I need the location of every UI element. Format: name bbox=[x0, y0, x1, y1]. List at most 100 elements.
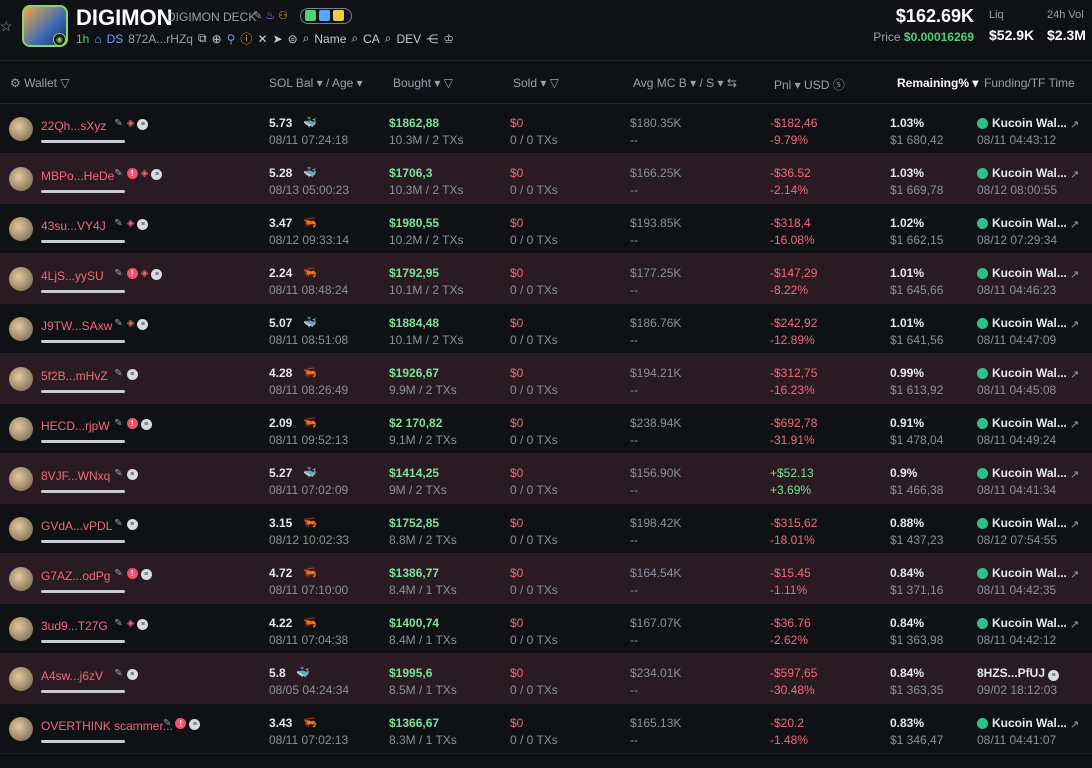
table-row[interactable]: A4sw...j6zV ✎ ≡ 5.8 🐳 08/05 04:24:34 $1995,6 8.… bbox=[0, 654, 1092, 704]
wallet-column-header[interactable]: ⚙ Wallet ▽ bbox=[10, 76, 70, 90]
funding-source[interactable]: Kucoin Wal... bbox=[992, 216, 1067, 230]
avatar[interactable] bbox=[9, 517, 33, 541]
coin-icon[interactable]: ⊜ bbox=[288, 32, 298, 46]
wallet-address[interactable]: 5f2B...mHvZ bbox=[41, 369, 108, 383]
coin-icon[interactable]: ≡ bbox=[151, 169, 163, 180]
external-link-icon[interactable]: ↗ bbox=[1070, 518, 1079, 531]
table-row[interactable]: J9TW...SAxw ✎ ◈ ≡ 5.07 🐳 08/11 08:51:08 $1884,4… bbox=[0, 304, 1092, 354]
funding-source[interactable]: Kucoin Wal... bbox=[992, 566, 1067, 580]
table-row[interactable]: 43su...VY4J ✎ ◈ ≡ 3.47 🦐 08/12 09:33:14 $1980,5… bbox=[0, 204, 1092, 254]
table-row[interactable]: 3ud9...T27G ✎ ◈ ≡ 4.22 🦐 08/11 07:04:38 $1400,7… bbox=[0, 604, 1092, 654]
copy-icon[interactable]: ⧉ bbox=[198, 31, 207, 46]
dexscreener-link[interactable]: DS bbox=[107, 32, 124, 46]
layers-icon[interactable]: ◈ bbox=[141, 268, 149, 279]
edit-icon[interactable]: ✎ bbox=[114, 368, 122, 379]
coin-icon[interactable]: ≡ bbox=[137, 119, 149, 130]
funding-source[interactable]: Kucoin Wal... bbox=[992, 316, 1067, 330]
chart-icon[interactable] bbox=[305, 9, 316, 21]
edit-icon[interactable]: ✎ bbox=[114, 318, 122, 329]
coin-icon[interactable]: ≡ bbox=[151, 269, 163, 280]
wallet-address[interactable]: OVERTHINK scammer... bbox=[41, 719, 173, 733]
coin-icon[interactable]: ≡ bbox=[140, 419, 152, 430]
coin-icon[interactable]: ≡ bbox=[137, 319, 149, 330]
edit-icon[interactable]: ✎ bbox=[253, 10, 262, 22]
table-row[interactable]: GVdA...vPDL ✎ ≡ 3.15 🦐 08/12 10:02:33 $1752,85… bbox=[0, 504, 1092, 554]
layers-icon[interactable]: ◈ bbox=[127, 618, 135, 629]
star-icon[interactable]: ☆ bbox=[0, 18, 13, 35]
edit-icon[interactable]: ✎ bbox=[114, 418, 122, 429]
funding-source[interactable]: Kucoin Wal... bbox=[992, 366, 1067, 380]
sort-icon[interactable]: ▾ bbox=[353, 76, 363, 90]
funding-source[interactable]: 8HZS...PfUJ ≡ bbox=[977, 666, 1060, 681]
table-row[interactable]: OVERTHINK scammer... ✎! ≡ 3.43 🦐 08/11 07:02:… bbox=[0, 704, 1092, 754]
edit-icon[interactable]: ✎ bbox=[114, 518, 122, 529]
edit-icon[interactable]: ✎ bbox=[114, 218, 122, 229]
external-link-icon[interactable]: ↗ bbox=[1070, 368, 1079, 381]
funding-source[interactable]: Kucoin Wal... bbox=[992, 466, 1067, 480]
telegram-icon[interactable] bbox=[319, 9, 330, 21]
sold-column-header[interactable]: Sold ▾ ▽ bbox=[513, 76, 559, 90]
avatar[interactable] bbox=[9, 417, 33, 441]
coin-icon[interactable]: ≡ bbox=[126, 519, 138, 530]
warning-icon[interactable]: ! bbox=[175, 718, 187, 729]
user-icon[interactable]: ⚲ bbox=[227, 32, 236, 46]
contract-address[interactable]: 872A...rHZq bbox=[128, 32, 193, 46]
filter-icon[interactable]: ▽ bbox=[60, 76, 69, 90]
remaining-column-header[interactable]: Remaining% ▾ bbox=[897, 76, 978, 90]
external-link-icon[interactable]: ↗ bbox=[1070, 318, 1079, 331]
wallet-address[interactable]: MBPo...HeDe bbox=[41, 169, 114, 183]
avatar[interactable] bbox=[9, 367, 33, 391]
warning-icon[interactable]: ! bbox=[126, 168, 138, 179]
coin-icon[interactable]: ≡ bbox=[126, 669, 138, 680]
sort-icon[interactable]: ▾ bbox=[714, 76, 727, 90]
table-row[interactable]: 4LjS...yySU ✎! ◈ ≡ 2.24 🦐 08/11 08:48:24 $1792,… bbox=[0, 254, 1092, 304]
external-link-icon[interactable]: ↗ bbox=[1070, 118, 1079, 131]
avatar[interactable] bbox=[9, 667, 33, 691]
wallet-address[interactable]: 22Qh...sXyz bbox=[41, 119, 106, 133]
layers-icon[interactable]: ◈ bbox=[127, 118, 135, 129]
funding-source[interactable]: Kucoin Wal... bbox=[992, 616, 1067, 630]
funding-source[interactable]: Kucoin Wal... bbox=[992, 516, 1067, 530]
table-row[interactable]: 8VJF...WNxq ✎ ≡ 5.27 🐳 08/11 07:02:09 $1414,25… bbox=[0, 454, 1092, 504]
globe-icon[interactable]: ⊕ bbox=[212, 32, 222, 46]
avatar[interactable] bbox=[9, 317, 33, 341]
usd-toggle[interactable]: USD bbox=[804, 78, 829, 92]
edit-icon[interactable]: ✎ bbox=[163, 718, 171, 729]
funding-column-header[interactable]: Funding/TF Time bbox=[984, 76, 1075, 90]
warning-icon[interactable]: ⓘ bbox=[240, 30, 252, 47]
table-row[interactable]: HECD...rjpW ✎! ≡ 2.09 🦐 08/11 09:52:13 $2 170,… bbox=[0, 404, 1092, 454]
wallet-address[interactable]: G7AZ...odPg bbox=[41, 569, 110, 583]
filter-icon[interactable]: ▽ bbox=[550, 76, 559, 90]
coin-icon[interactable]: ≡ bbox=[189, 719, 201, 730]
home-icon[interactable]: ⌂ bbox=[94, 32, 101, 46]
table-row[interactable]: 22Qh...sXyz ✎ ◈ ≡ 5.73 🐳 08/11 07:24:18 $1862,8… bbox=[0, 104, 1092, 154]
pnl-column-header[interactable]: Pnl ▾ USD ⓢ bbox=[774, 76, 845, 93]
search-name-link[interactable]: Name bbox=[314, 32, 346, 46]
sort-icon[interactable]: ▾ bbox=[687, 76, 700, 90]
twitter-icon[interactable]: ✕ bbox=[257, 32, 267, 46]
avatar[interactable] bbox=[9, 467, 33, 491]
funding-source[interactable]: Kucoin Wal... bbox=[992, 716, 1067, 730]
funding-source[interactable]: Kucoin Wal... bbox=[992, 116, 1067, 130]
avatar[interactable] bbox=[9, 267, 33, 291]
external-link-icon[interactable]: ↗ bbox=[1070, 718, 1079, 731]
sol-column-header[interactable]: SOL Bal ▾ / Age ▾ bbox=[269, 76, 363, 90]
telegram-icon[interactable]: ➤ bbox=[273, 32, 283, 46]
sort-icon[interactable]: ▾ bbox=[313, 76, 326, 90]
coin-icon[interactable]: ≡ bbox=[137, 619, 149, 630]
share-icon[interactable]: ⋲ bbox=[426, 32, 438, 46]
external-link-icon[interactable]: ↗ bbox=[1070, 168, 1079, 181]
search-dev-link[interactable]: DEV bbox=[397, 32, 422, 46]
external-link-icon[interactable]: ↗ bbox=[1070, 218, 1079, 231]
table-row[interactable]: 5f2B...mHvZ ✎ ≡ 4.28 🦐 08/11 08:26:49 $1926,67… bbox=[0, 354, 1092, 404]
avatar[interactable] bbox=[9, 617, 33, 641]
avg-mc-column-header[interactable]: Avg MC B ▾ / S ▾ ⇆ bbox=[633, 76, 737, 90]
sort-icon[interactable]: ▾ bbox=[431, 76, 444, 90]
avatar[interactable] bbox=[9, 117, 33, 141]
coin-icon[interactable]: ≡ bbox=[126, 469, 138, 480]
coin-icon[interactable]: ≡ bbox=[140, 569, 152, 580]
layers-icon[interactable]: ◈ bbox=[127, 318, 135, 329]
sort-icon[interactable]: ▾ bbox=[791, 78, 804, 92]
external-link-icon[interactable]: ↗ bbox=[1070, 568, 1079, 581]
avatar[interactable] bbox=[9, 217, 33, 241]
